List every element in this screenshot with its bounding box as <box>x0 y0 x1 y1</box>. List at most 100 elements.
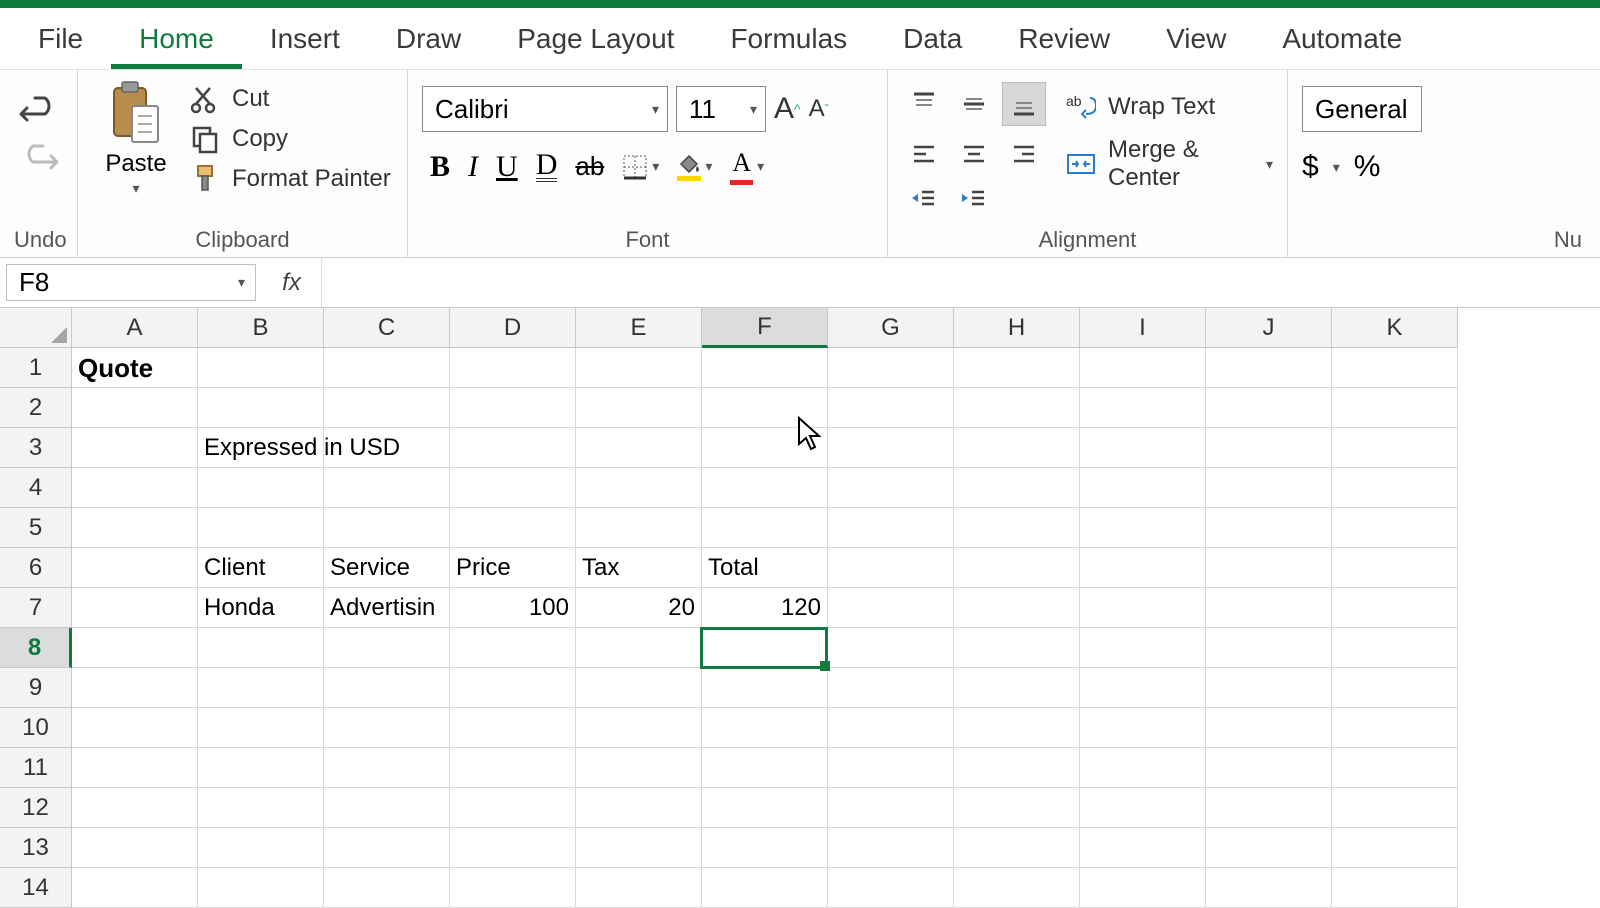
cell-F2[interactable] <box>702 388 828 428</box>
align-bottom-button[interactable] <box>1002 82 1046 126</box>
cell-E11[interactable] <box>576 748 702 788</box>
borders-button[interactable]: ▾ <box>622 154 659 180</box>
cell-K11[interactable] <box>1332 748 1458 788</box>
cell-J7[interactable] <box>1206 588 1332 628</box>
cell-K14[interactable] <box>1332 868 1458 908</box>
undo-button[interactable] <box>19 94 59 128</box>
cell-F3[interactable] <box>702 428 828 468</box>
cell-K13[interactable] <box>1332 828 1458 868</box>
cell-I9[interactable] <box>1080 668 1206 708</box>
cell-D14[interactable] <box>450 868 576 908</box>
cell-I7[interactable] <box>1080 588 1206 628</box>
cell-C6[interactable]: Service <box>324 548 450 588</box>
cell-F4[interactable] <box>702 468 828 508</box>
tab-view[interactable]: View <box>1138 9 1254 69</box>
col-header-I[interactable]: I <box>1080 308 1206 348</box>
cell-F11[interactable] <box>702 748 828 788</box>
tab-home[interactable]: Home <box>111 9 242 69</box>
cell-C9[interactable] <box>324 668 450 708</box>
cell-G8[interactable] <box>828 628 954 668</box>
cell-H2[interactable] <box>954 388 1080 428</box>
font-color-button[interactable]: A ▾ <box>730 148 764 185</box>
cell-D8[interactable] <box>450 628 576 668</box>
cell-C5[interactable] <box>324 508 450 548</box>
cell-E10[interactable] <box>576 708 702 748</box>
cell-J13[interactable] <box>1206 828 1332 868</box>
cell-E1[interactable] <box>576 348 702 388</box>
cell-K12[interactable] <box>1332 788 1458 828</box>
cell-C13[interactable] <box>324 828 450 868</box>
cell-J9[interactable] <box>1206 668 1332 708</box>
row-header-2[interactable]: 2 <box>0 388 72 428</box>
cell-F10[interactable] <box>702 708 828 748</box>
increase-font-button[interactable]: A^ <box>774 92 801 126</box>
cell-D4[interactable] <box>450 468 576 508</box>
cell-I12[interactable] <box>1080 788 1206 828</box>
cell-A3[interactable] <box>72 428 198 468</box>
cell-D10[interactable] <box>450 708 576 748</box>
spreadsheet-grid[interactable]: A B C D E F G H I J K 1 Quote 2 3 Expres… <box>0 308 1600 908</box>
row-header-9[interactable]: 9 <box>0 668 72 708</box>
cell-I2[interactable] <box>1080 388 1206 428</box>
cell-B5[interactable] <box>198 508 324 548</box>
cell-B1[interactable] <box>198 348 324 388</box>
cell-H10[interactable] <box>954 708 1080 748</box>
cell-A10[interactable] <box>72 708 198 748</box>
name-box[interactable]: F8 ▾ <box>6 264 256 301</box>
cell-E4[interactable] <box>576 468 702 508</box>
select-all-corner[interactable] <box>0 308 72 348</box>
cell-I8[interactable] <box>1080 628 1206 668</box>
cell-F5[interactable] <box>702 508 828 548</box>
cell-A9[interactable] <box>72 668 198 708</box>
cell-C11[interactable] <box>324 748 450 788</box>
cell-B7[interactable]: Honda <box>198 588 324 628</box>
col-header-G[interactable]: G <box>828 308 954 348</box>
cell-I1[interactable] <box>1080 348 1206 388</box>
chevron-down-icon[interactable]: ▾ <box>1333 159 1340 176</box>
tab-file[interactable]: File <box>10 9 111 69</box>
cell-H5[interactable] <box>954 508 1080 548</box>
cell-H9[interactable] <box>954 668 1080 708</box>
paste-dropdown[interactable]: ▾ <box>132 180 139 197</box>
paste-button[interactable] <box>108 80 164 148</box>
font-name-combo[interactable]: Calibri ▾ <box>422 86 668 132</box>
col-header-D[interactable]: D <box>450 308 576 348</box>
cell-G7[interactable] <box>828 588 954 628</box>
redo-button[interactable] <box>19 142 59 176</box>
cell-I4[interactable] <box>1080 468 1206 508</box>
cell-A13[interactable] <box>72 828 198 868</box>
cell-J5[interactable] <box>1206 508 1332 548</box>
fx-icon[interactable]: fx <box>262 258 322 307</box>
cell-A2[interactable] <box>72 388 198 428</box>
currency-button[interactable]: $ <box>1302 150 1319 184</box>
row-header-10[interactable]: 10 <box>0 708 72 748</box>
col-header-J[interactable]: J <box>1206 308 1332 348</box>
cell-J12[interactable] <box>1206 788 1332 828</box>
cell-I10[interactable] <box>1080 708 1206 748</box>
cell-B11[interactable] <box>198 748 324 788</box>
cell-K10[interactable] <box>1332 708 1458 748</box>
cell-K4[interactable] <box>1332 468 1458 508</box>
cell-C8[interactable] <box>324 628 450 668</box>
format-painter-button[interactable]: Format Painter <box>190 164 391 194</box>
align-center-button[interactable] <box>952 132 996 176</box>
cell-D11[interactable] <box>450 748 576 788</box>
cell-B10[interactable] <box>198 708 324 748</box>
cell-A5[interactable] <box>72 508 198 548</box>
cell-B13[interactable] <box>198 828 324 868</box>
cell-F8[interactable] <box>702 628 828 668</box>
cell-J6[interactable] <box>1206 548 1332 588</box>
cell-F6[interactable]: Total <box>702 548 828 588</box>
cell-J11[interactable] <box>1206 748 1332 788</box>
cell-H12[interactable] <box>954 788 1080 828</box>
cell-K9[interactable] <box>1332 668 1458 708</box>
merge-center-button[interactable]: Merge & Center ▾ <box>1066 136 1273 192</box>
row-header-5[interactable]: 5 <box>0 508 72 548</box>
font-size-combo[interactable]: 11 ▾ <box>676 86 766 132</box>
number-format-combo[interactable]: General <box>1302 86 1422 132</box>
cell-H14[interactable] <box>954 868 1080 908</box>
align-right-button[interactable] <box>1002 132 1046 176</box>
cell-C14[interactable] <box>324 868 450 908</box>
cell-I6[interactable] <box>1080 548 1206 588</box>
cell-F12[interactable] <box>702 788 828 828</box>
